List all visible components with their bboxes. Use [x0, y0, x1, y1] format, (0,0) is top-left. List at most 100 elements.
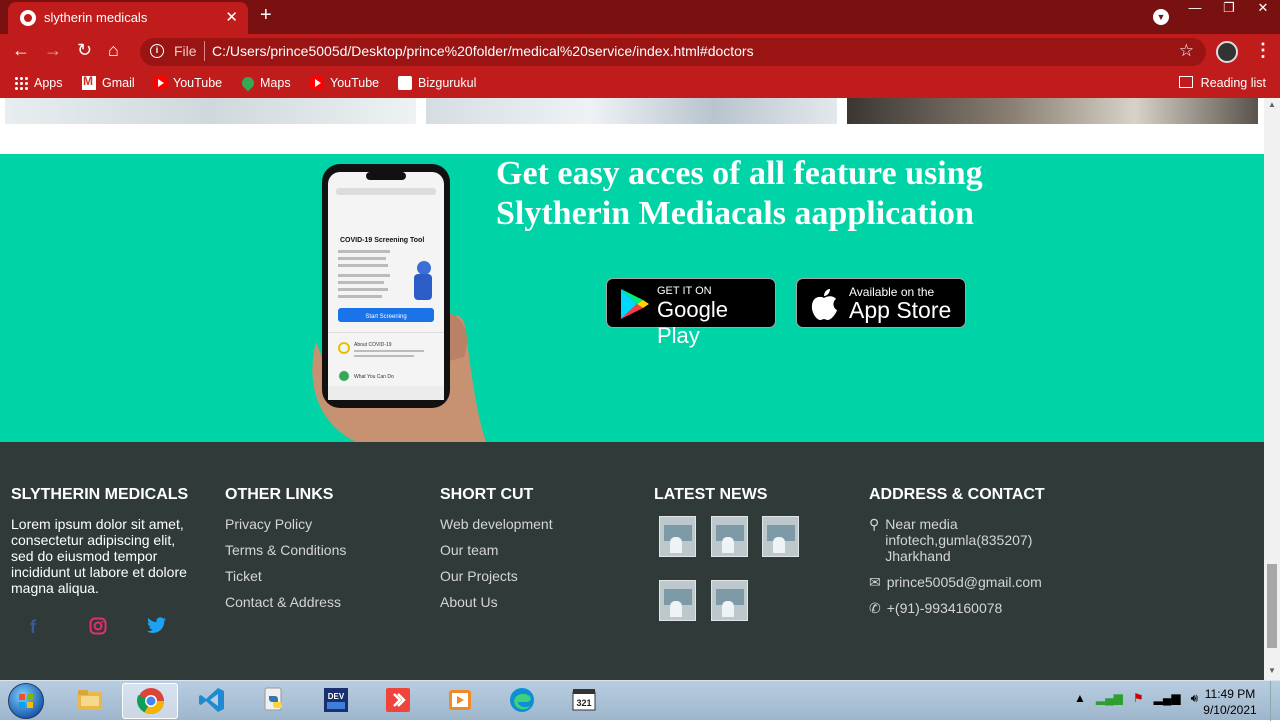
kmplayer-icon[interactable]: 321 — [556, 683, 612, 719]
taskbar-clock[interactable]: 11:49 PM 9/10/2021 — [1198, 686, 1262, 718]
bookmark-label: Bizgurukul — [418, 76, 477, 90]
bookmark-maps[interactable]: Maps — [239, 74, 291, 92]
phone-heading: COVID-19 Screening Tool — [340, 237, 424, 244]
bookmark-label: YouTube — [330, 76, 380, 90]
wifi-signal-icon[interactable]: ▂▄▆ — [1154, 691, 1181, 706]
news-thumbnails — [654, 516, 804, 636]
bookmark-bizgurukul[interactable]: Bizgurukul — [398, 76, 476, 90]
browser-tab[interactable]: slytherin medicals ✕ — [8, 2, 248, 34]
app-promo-section: COVID-19 Screening Tool Start Screening … — [0, 154, 1264, 442]
anydesk-icon[interactable] — [370, 683, 426, 719]
scroll-up-icon[interactable]: ▲ — [1268, 100, 1276, 109]
reading-list[interactable]: Reading list — [1178, 76, 1266, 90]
footer-about-column: SLYTHERIN MEDICALS Lorem ipsum dolor sit… — [11, 486, 201, 596]
bookmark-gmail[interactable]: Gmail — [82, 74, 135, 90]
scrollbar-thumb[interactable] — [1267, 564, 1277, 648]
reading-list-label: Reading list — [1200, 76, 1266, 90]
contact-address-link[interactable]: Contact & Address — [225, 594, 346, 610]
google-play-sub: GET IT ON — [657, 285, 712, 297]
tab-search-icon[interactable]: ▼ — [1153, 9, 1169, 25]
about-us-link[interactable]: About Us — [440, 594, 553, 610]
bookmark-label: Apps — [34, 76, 63, 90]
scroll-down-icon[interactable]: ▼ — [1268, 666, 1276, 675]
start-button[interactable] — [8, 683, 44, 719]
bookmark-youtube[interactable]: YouTube — [153, 76, 222, 90]
python-icon[interactable] — [246, 683, 302, 719]
back-icon[interactable]: ← — [12, 40, 30, 61]
email-text[interactable]: prince5005d@gmail.com — [887, 574, 1042, 590]
footer-latest-news: LATEST NEWS — [654, 486, 804, 636]
show-desktop-button[interactable] — [1270, 681, 1280, 721]
maps-pin-icon — [239, 74, 257, 92]
news-thumbnail[interactable] — [659, 580, 696, 621]
profile-avatar[interactable] — [1216, 41, 1238, 63]
svg-text:DEV: DEV — [328, 692, 345, 701]
youtube-icon — [153, 76, 167, 90]
web-development-link[interactable]: Web development — [440, 516, 553, 532]
twitter-icon[interactable] — [147, 617, 167, 639]
bookmark-label: YouTube — [173, 76, 223, 90]
doctors-photo-strip — [0, 98, 1264, 124]
news-thumbnail[interactable] — [711, 580, 748, 621]
footer-other-links: OTHER LINKS Privacy Policy Terms & Condi… — [225, 486, 346, 620]
edge-icon[interactable] — [494, 683, 550, 719]
windows-taskbar: DEV 321 ▲ ▂▄▆ ⚑ ▂▄▆ 🔊︎ 11:49 PM 9/10/202… — [0, 680, 1280, 721]
bookmark-youtube-2[interactable]: YouTube — [310, 76, 379, 90]
action-center-icon[interactable]: ⚑ — [1133, 691, 1144, 706]
forward-icon[interactable]: → — [44, 40, 62, 61]
apple-icon — [811, 289, 837, 320]
phone-icon: ✆ — [869, 600, 881, 616]
chrome-taskbar-icon[interactable] — [122, 683, 178, 719]
app-store-button[interactable]: Available on the App Store — [796, 278, 966, 328]
close-tab-icon[interactable]: ✕ — [225, 8, 238, 26]
url-text[interactable]: C:/Users/prince5005d/Desktop/prince%20fo… — [212, 43, 754, 59]
youtube-icon — [310, 76, 324, 90]
bookmark-apps[interactable]: Apps — [14, 76, 63, 90]
window-controls: — ❐ ✕ — [1178, 0, 1280, 30]
ticket-link[interactable]: Ticket — [225, 568, 346, 584]
address-text: Near media infotech,gumla(835207) Jharkh… — [885, 516, 1033, 564]
web-page: COVID-19 Screening Tool Start Screening … — [0, 98, 1264, 680]
system-tray: ▲ ▂▄▆ ⚑ ▂▄▆ 🔊︎ — [1074, 691, 1198, 706]
news-thumbnail[interactable] — [711, 516, 748, 557]
apps-grid-icon — [14, 76, 28, 90]
browser-tab-strip: slytherin medicals ✕ + ▼ — ❐ ✕ — [0, 0, 1280, 34]
map-marker-icon: ⚲ — [869, 516, 880, 532]
media-player-icon[interactable] — [432, 683, 488, 719]
home-icon[interactable]: ⌂ — [108, 40, 119, 61]
clock-time: 11:49 PM — [1204, 687, 1256, 701]
google-play-button[interactable]: GET IT ON Google Play — [606, 278, 776, 348]
new-tab-icon[interactable]: + — [260, 4, 272, 27]
site-footer: SLYTHERIN MEDICALS Lorem ipsum dolor sit… — [0, 442, 1264, 680]
network-signal-icon[interactable]: ▂▄▆ — [1096, 691, 1123, 706]
instagram-icon[interactable] — [89, 617, 107, 640]
privacy-policy-link[interactable]: Privacy Policy — [225, 516, 346, 532]
gmail-icon — [82, 74, 96, 90]
bookmark-star-icon[interactable]: ☆ — [1179, 41, 1194, 61]
browser-menu-icon[interactable]: ⋮ — [1254, 40, 1272, 61]
reload-icon[interactable]: ↻ — [77, 40, 92, 61]
file-explorer-icon[interactable] — [62, 683, 118, 719]
our-team-link[interactable]: Our team — [440, 542, 553, 558]
news-thumbnail[interactable] — [659, 516, 696, 557]
terms-link[interactable]: Terms & Conditions — [225, 542, 346, 558]
news-thumbnail[interactable] — [762, 516, 799, 557]
email-line: ✉ prince5005d@gmail.com — [869, 574, 1069, 590]
dev-cpp-icon[interactable]: DEV — [308, 683, 364, 719]
svg-text:321: 321 — [576, 698, 591, 708]
facebook-icon[interactable]: f — [30, 617, 36, 638]
site-info-icon[interactable]: i — [150, 44, 164, 58]
close-window-icon[interactable]: ✕ — [1246, 0, 1280, 30]
show-hidden-icons-icon[interactable]: ▲ — [1074, 691, 1086, 706]
our-projects-link[interactable]: Our Projects — [440, 568, 553, 584]
minimize-icon[interactable]: — — [1178, 0, 1212, 30]
restore-icon[interactable]: ❐ — [1212, 0, 1246, 30]
promo-title: Get easy acces of all feature using Slyt… — [496, 155, 983, 232]
phone-text[interactable]: +(91)-9934160078 — [887, 600, 1003, 616]
footer-brand-title: SLYTHERIN MEDICALS — [11, 486, 189, 503]
address-bar[interactable]: i File C:/Users/prince5005d/Desktop/prin… — [140, 38, 1206, 66]
app-store-label: App Store — [849, 297, 952, 323]
page-scrollbar[interactable]: ▲ ▼ — [1264, 98, 1280, 680]
site-favicon-icon — [20, 10, 36, 26]
vscode-icon[interactable] — [184, 683, 240, 719]
